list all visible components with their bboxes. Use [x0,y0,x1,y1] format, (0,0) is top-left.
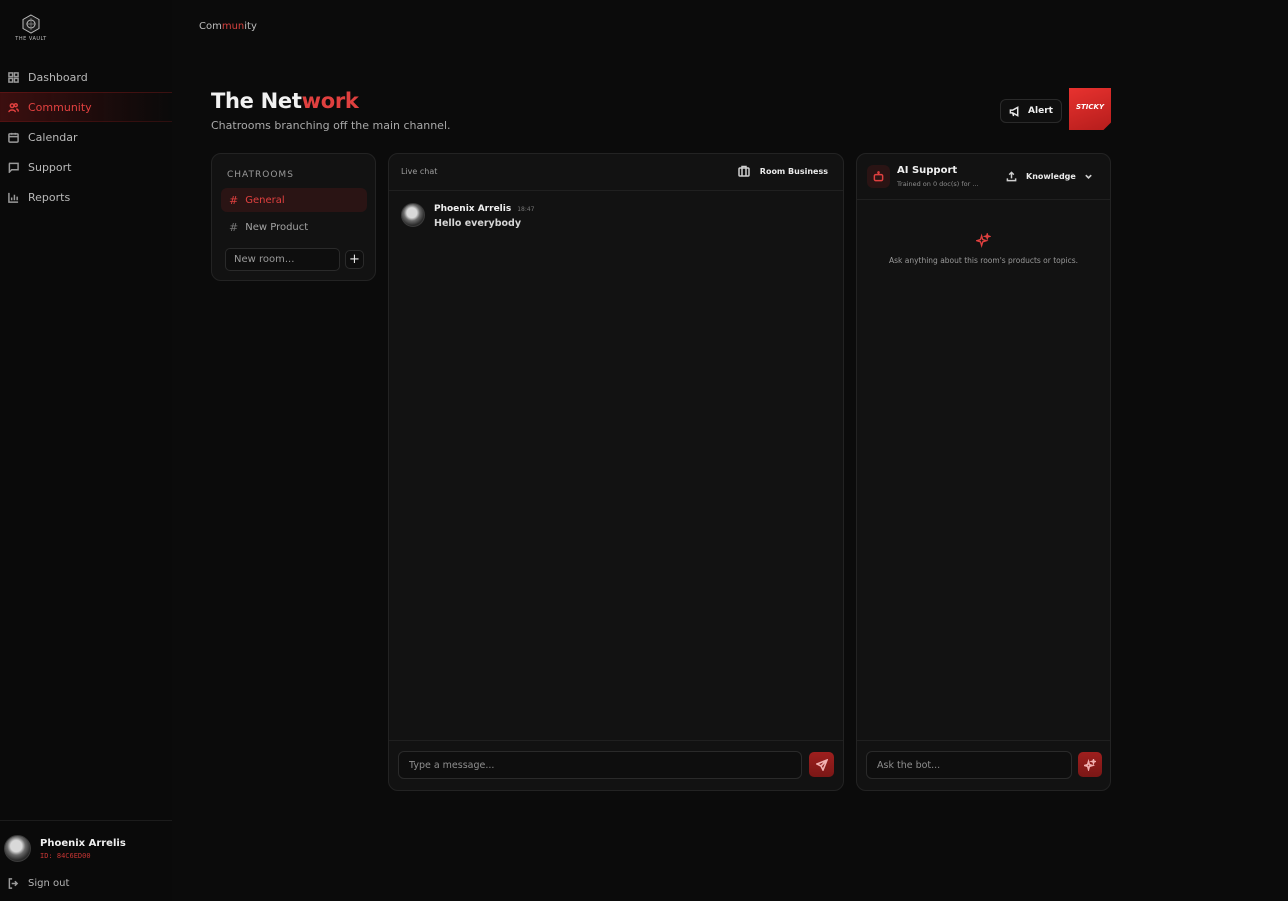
calendar-icon [8,132,19,143]
breadcrumb-text-end: ity [244,21,257,32]
breadcrumb-highlight: mun [221,21,245,32]
bot-icon [873,171,884,182]
users-icon [8,102,19,112]
room-name: General [245,194,285,206]
sparkles-icon [1084,758,1096,771]
title-plain: The Net [211,89,302,113]
new-room-input[interactable] [225,248,340,271]
sidebar-item-label: Support [28,160,72,174]
alert-label: Alert [1028,106,1053,116]
title-highlight: work [301,89,359,113]
sidebar: THE VAULT Dashboard Community Calendar S… [0,0,172,901]
bot-avatar [867,165,890,188]
chevron-down-icon [1085,174,1092,179]
breadcrumb: Community [199,21,257,32]
sidebar-item-community[interactable]: Community [0,92,172,122]
sign-out-label: Sign out [28,878,70,889]
ai-footer [857,740,1110,790]
knowledge-dropdown[interactable]: Knowledge [1006,171,1093,182]
send-button[interactable] [809,752,834,777]
vault-logo-icon [22,14,40,34]
ai-support-panel: AI Support Trained on 0 doc(s) for ... K… [856,153,1111,791]
ai-subtitle: Trained on 0 doc(s) for ... [897,180,979,188]
sparkles-icon [974,231,992,248]
chat-message: Phoenix Arrelis 18:47 Hello everybody [401,203,535,229]
upload-icon [1006,171,1017,182]
room-business-label: Room Business [759,166,828,176]
knowledge-label: Knowledge [1026,172,1076,181]
sticky-note[interactable]: STICKY [1069,88,1111,130]
sidebar-item-reports[interactable]: Reports [0,182,172,212]
send-icon [815,758,828,771]
sidebar-item-support[interactable]: Support [0,152,172,182]
message-author: Phoenix Arrelis [434,204,512,214]
sign-out-button[interactable]: Sign out [8,878,69,889]
chat-label: Live chat [401,167,438,176]
sidebar-item-calendar[interactable]: Calendar [0,122,172,152]
room-item-general[interactable]: # General [221,188,367,212]
add-room-button[interactable]: + [345,250,364,269]
room-name: New Product [245,221,309,233]
logo-text: THE VAULT [15,36,47,42]
bar-chart-icon [8,192,19,203]
user-name: Phoenix Arrelis [40,837,126,849]
user-profile[interactable]: Phoenix Arrelis ID: 84C6ED00 [4,835,126,862]
ai-empty-state: Ask anything about this room's products … [888,256,1079,265]
chatrooms-panel: CHATROOMS # General # New Product + [211,153,376,281]
live-chat-panel: Live chat Room Business Phoenix Arrelis 1… [388,153,844,791]
ai-title: AI Support [897,165,958,176]
alert-button[interactable]: Alert [1000,99,1062,123]
megaphone-icon [1009,105,1019,117]
message-author-line: Phoenix Arrelis 18:47 [434,204,535,214]
chat-footer [389,740,843,790]
room-business-button[interactable]: Room Business [738,165,828,177]
room-item-new-product[interactable]: # New Product [221,215,367,239]
ask-bot-button[interactable] [1078,752,1102,777]
message-input[interactable] [398,751,802,779]
sidebar-item-label: Dashboard [28,70,88,84]
sidebar-item-dashboard[interactable]: Dashboard [0,62,172,92]
sticky-label: STICKY [1075,103,1105,111]
sidebar-nav: Dashboard Community Calendar Support Rep… [0,62,172,212]
page-subtitle: Chatrooms branching off the main channel… [211,119,451,132]
message-time: 18:47 [517,206,535,213]
chat-header: Live chat Room Business [389,154,843,191]
avatar [4,835,31,862]
user-info: Phoenix Arrelis ID: 84C6ED00 [40,838,126,860]
page-title: The Network [211,89,359,113]
ai-header: AI Support Trained on 0 doc(s) for ... K… [857,154,1110,200]
user-id: ID: 84C6ED00 [40,851,91,860]
sidebar-item-label: Community [28,100,92,114]
chatrooms-heading: CHATROOMS [227,170,294,180]
sidebar-item-label: Calendar [28,130,78,144]
app-logo[interactable]: THE VAULT [12,14,50,46]
log-out-icon [8,878,19,889]
dashboard-icon [8,71,19,83]
sidebar-item-label: Reports [28,190,71,204]
briefcase-icon [738,165,750,177]
message-body: Phoenix Arrelis 18:47 Hello everybody [434,204,535,229]
ask-bot-input[interactable] [866,751,1072,779]
message-square-icon [8,162,19,173]
hash-icon: # [229,220,239,234]
sidebar-divider [0,820,172,821]
message-avatar [401,203,425,227]
breadcrumb-text: Com [199,21,222,32]
hash-icon: # [229,193,239,207]
message-text: Hello everybody [434,218,522,229]
